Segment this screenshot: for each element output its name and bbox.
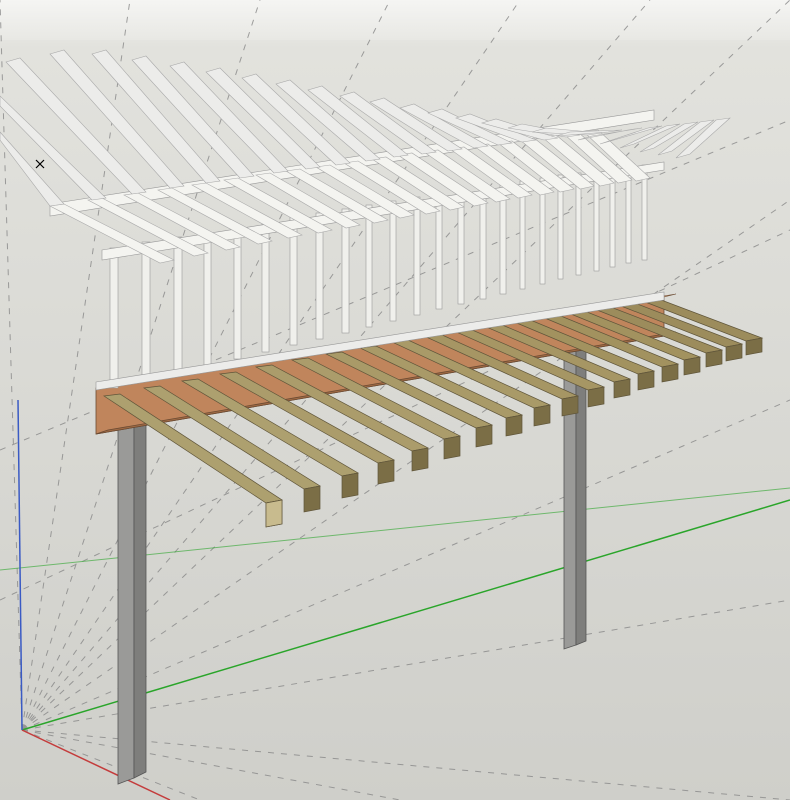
model-canvas [0,0,790,800]
red-axis [22,730,170,800]
blue-axis [18,400,22,730]
post-left [118,407,146,784]
cursor-mark [36,160,44,168]
cad-viewport[interactable] [0,0,790,800]
